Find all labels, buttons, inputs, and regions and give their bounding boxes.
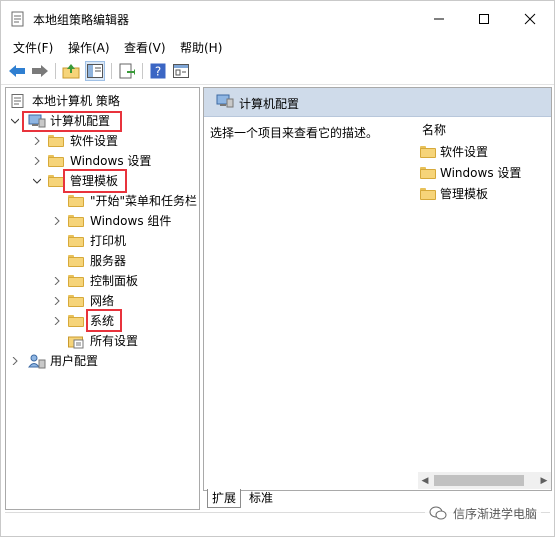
help-icon: ? bbox=[150, 63, 166, 79]
show-hide-tree-button[interactable] bbox=[85, 61, 105, 81]
maximize-icon bbox=[479, 14, 489, 24]
red-highlight-box bbox=[86, 309, 122, 332]
toolbar: ? bbox=[1, 58, 554, 85]
folder-icon bbox=[48, 135, 64, 147]
folder-icon bbox=[48, 155, 64, 167]
maximize-button[interactable] bbox=[461, 1, 507, 37]
chevron-right-icon[interactable] bbox=[52, 312, 62, 330]
details-header: 计算机配置 bbox=[204, 88, 551, 117]
settings-folder-icon bbox=[68, 336, 84, 349]
minimize-button[interactable] bbox=[416, 1, 462, 37]
show-hide-tree-icon bbox=[87, 64, 103, 78]
tree-item-label: 用户配置 bbox=[50, 354, 99, 368]
tree-item-label: 软件设置 bbox=[70, 134, 119, 148]
tab-extended[interactable]: 扩展 bbox=[207, 489, 242, 508]
chevron-right-icon[interactable] bbox=[32, 132, 42, 150]
back-arrow-icon bbox=[9, 65, 25, 77]
properties-icon bbox=[173, 64, 189, 78]
folder-open-icon bbox=[48, 175, 64, 187]
computer-icon bbox=[216, 94, 234, 108]
column-header-name[interactable]: 名称 bbox=[422, 121, 446, 138]
folder-icon bbox=[68, 275, 84, 287]
watermark: 信序渐进学电脑 bbox=[425, 501, 542, 525]
tree-pane[interactable]: 本地计算机 策略 计算机配置 软件设置 Windows 设置 管理模板 "开始"… bbox=[5, 87, 200, 510]
policy-document-icon bbox=[11, 94, 24, 108]
minimize-icon bbox=[434, 18, 444, 20]
red-highlight-box bbox=[63, 169, 127, 193]
export-list-button[interactable] bbox=[117, 61, 137, 81]
tab-standard[interactable]: 标准 bbox=[245, 489, 277, 507]
tree-item-label: 服务器 bbox=[90, 254, 127, 268]
chevron-down-icon[interactable] bbox=[10, 112, 20, 130]
export-list-icon bbox=[119, 63, 135, 79]
up-folder-icon bbox=[62, 64, 80, 79]
folder-icon bbox=[68, 315, 84, 327]
back-button[interactable] bbox=[7, 61, 27, 81]
toolbar-separator bbox=[111, 63, 112, 79]
menu-help[interactable]: 帮助(H) bbox=[180, 39, 222, 56]
help-button[interactable]: ? bbox=[148, 61, 168, 81]
list-item-label: 软件设置 bbox=[440, 145, 489, 159]
folder-icon bbox=[68, 235, 84, 247]
policy-document-icon bbox=[11, 11, 24, 27]
red-highlight-box bbox=[22, 111, 122, 132]
folder-icon bbox=[420, 146, 436, 158]
folder-icon bbox=[68, 195, 84, 207]
window-title: 本地组策略编辑器 bbox=[33, 13, 130, 27]
folder-icon bbox=[68, 215, 84, 227]
chevron-right-icon[interactable] bbox=[52, 212, 62, 230]
chevron-down-icon[interactable] bbox=[32, 172, 42, 190]
tree-item-label: 控制面板 bbox=[90, 274, 139, 288]
toolbar-separator bbox=[142, 63, 143, 79]
menu-action[interactable]: 操作(A) bbox=[68, 39, 110, 56]
chevron-right-icon[interactable] bbox=[10, 352, 20, 370]
close-button[interactable] bbox=[507, 1, 553, 37]
folder-icon bbox=[68, 255, 84, 267]
horizontal-scrollbar[interactable]: ◀ ▶ bbox=[418, 472, 551, 489]
folder-icon bbox=[68, 295, 84, 307]
users-icon bbox=[28, 354, 46, 369]
tree-item-label: "开始"菜单和任务栏 bbox=[90, 194, 198, 208]
wechat-logo-icon bbox=[429, 506, 447, 520]
title-bar: 本地组策略编辑器 bbox=[1, 1, 554, 37]
menu-file[interactable]: 文件(F) bbox=[13, 39, 53, 56]
gpedit-window: 本地组策略编辑器 文件(F) 操作(A) 查看(V) 帮助(H) ? 本地计算机… bbox=[0, 0, 555, 537]
menu-view[interactable]: 查看(V) bbox=[124, 39, 166, 56]
chevron-right-icon[interactable] bbox=[52, 292, 62, 310]
folder-icon bbox=[420, 188, 436, 200]
folder-icon bbox=[420, 167, 436, 179]
svg-text:?: ? bbox=[155, 65, 161, 79]
up-button[interactable] bbox=[61, 61, 81, 81]
forward-button[interactable] bbox=[30, 61, 50, 81]
scrollbar-thumb[interactable] bbox=[434, 475, 524, 486]
list-item-label: Windows 设置 bbox=[440, 166, 522, 180]
properties-button[interactable] bbox=[171, 61, 191, 81]
scroll-right-icon[interactable]: ▶ bbox=[537, 472, 551, 489]
tree-item-label: Windows 设置 bbox=[70, 154, 152, 168]
watermark-text: 信序渐进学电脑 bbox=[453, 506, 538, 521]
tree-root-label: 本地计算机 策略 bbox=[32, 94, 120, 108]
tree-item-label: 所有设置 bbox=[90, 334, 139, 348]
list-item-label: 管理模板 bbox=[440, 187, 489, 201]
chevron-right-icon[interactable] bbox=[32, 152, 42, 170]
details-pane: 计算机配置 选择一个项目来查看它的描述。 名称 软件设置 Windows 设置 … bbox=[203, 87, 552, 491]
scroll-left-icon[interactable]: ◀ bbox=[418, 472, 432, 489]
tree-item-label: 网络 bbox=[90, 294, 115, 308]
close-icon bbox=[524, 13, 536, 25]
menu-bar: 文件(F) 操作(A) 查看(V) 帮助(H) bbox=[1, 37, 554, 57]
description-text: 选择一个项目来查看它的描述。 bbox=[210, 126, 379, 140]
toolbar-separator bbox=[55, 63, 56, 79]
tree-item-label: 打印机 bbox=[90, 234, 127, 248]
chevron-right-icon[interactable] bbox=[52, 272, 62, 290]
details-title: 计算机配置 bbox=[239, 97, 300, 111]
tree-item-label: Windows 组件 bbox=[90, 214, 172, 228]
forward-arrow-icon bbox=[32, 65, 48, 77]
